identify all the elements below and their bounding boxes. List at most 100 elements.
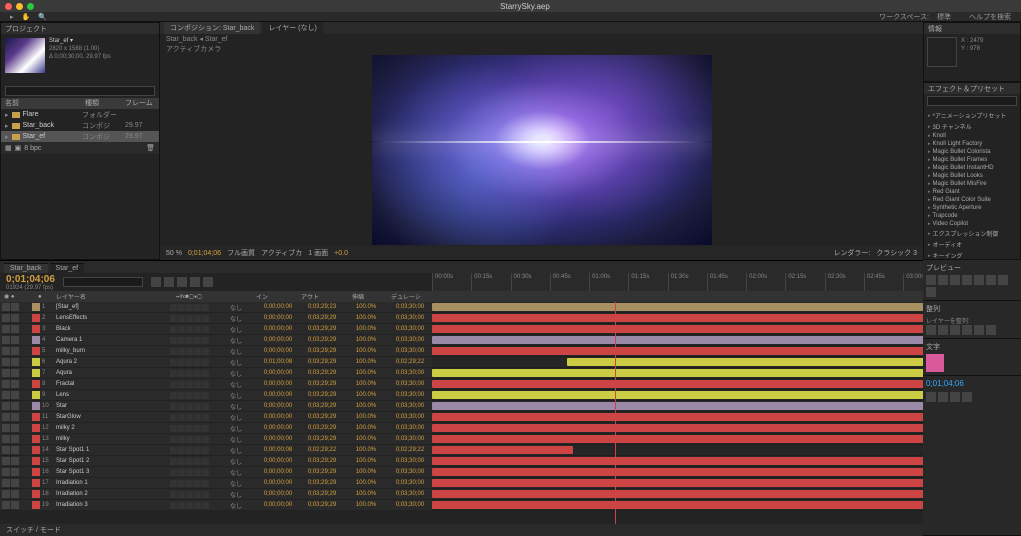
layer-bar[interactable] — [432, 446, 573, 454]
layer-row[interactable]: 9Lensなし0;00;00;000;03;29;29100.0%0;03;30… — [0, 390, 1021, 401]
help-search[interactable]: ヘルプを検索 — [969, 12, 1011, 22]
tracker-icon[interactable] — [950, 392, 960, 402]
paint-icon[interactable] — [962, 392, 972, 402]
effects-search[interactable] — [927, 96, 1017, 106]
resolution-dropdown[interactable]: フル画質 — [227, 248, 255, 258]
layer-row[interactable]: 6Aqura 2なし0;01;00;080;03;29;29100.0%0;02… — [0, 357, 1021, 368]
align-tab[interactable]: 整列 — [926, 304, 1018, 314]
layer-row[interactable]: 8Fractalなし0;00;00;000;03;29;29100.0%0;03… — [0, 379, 1021, 390]
timeline-search[interactable] — [63, 277, 143, 287]
tool-hand[interactable]: ✋ — [22, 13, 31, 21]
toggle-switches[interactable]: スイッチ / モード — [6, 525, 61, 535]
project-item[interactable]: ▸Star_backコンポジ29.97 — [1, 120, 159, 131]
layer-row[interactable]: 12milky 2なし0;00;00;000;03;29;29100.0%0;0… — [0, 423, 1021, 434]
brainstorm-icon[interactable] — [203, 277, 213, 287]
effect-category[interactable]: キーイング — [926, 250, 1018, 260]
exposure[interactable]: +0.0 — [334, 250, 348, 257]
smoother-icon[interactable] — [938, 392, 948, 402]
project-tab[interactable]: プロジェクト — [1, 23, 159, 34]
comp-breadcrumb[interactable]: Star_back ◂ Star_ef — [160, 34, 923, 44]
col-out[interactable]: アウト — [288, 292, 332, 301]
effect-category[interactable]: Synthetic Aperture — [926, 204, 1018, 212]
col-duration[interactable]: デュレーシ — [384, 292, 428, 301]
next-frame-icon[interactable] — [962, 275, 972, 285]
col-in[interactable]: イン — [240, 292, 284, 301]
fill-color-swatch[interactable] — [926, 354, 944, 372]
view-layout[interactable]: 1 画面 — [308, 248, 328, 258]
layer-row[interactable]: 2LensEffectsなし0;00;00;000;03;29;29100.0%… — [0, 313, 1021, 324]
motionblur-icon[interactable] — [177, 277, 187, 287]
layer-row[interactable]: 7Aquraなし0;00;00;000;03;29;29100.0%0;03;3… — [0, 368, 1021, 379]
tool-selection[interactable]: ▸ — [10, 13, 14, 21]
new-comp-icon[interactable]: ▣ — [15, 144, 22, 152]
layer-row[interactable]: 1[Star_ef]なし0;00;00;000;03;29;23100.0%0;… — [0, 302, 1021, 313]
effect-category[interactable]: *アニメーションプリセット — [926, 110, 1018, 121]
layer-row[interactable]: 3Blackなし0;00;00;000;03;29;29100.0%0;03;3… — [0, 324, 1021, 335]
align-bottom-icon[interactable] — [986, 325, 996, 335]
col-stretch[interactable]: 伸縮 — [336, 292, 380, 301]
info-tab[interactable]: 情報 — [924, 23, 1020, 34]
align-center-h-icon[interactable] — [938, 325, 948, 335]
align-right-icon[interactable] — [950, 325, 960, 335]
effect-category[interactable]: オーディオ — [926, 239, 1018, 250]
effect-category[interactable]: Magic Bullet Frames — [926, 156, 1018, 164]
layer-row[interactable]: 16Star Spot1 3なし0;00;00;000;03;29;29100.… — [0, 467, 1021, 478]
layer-row[interactable]: 5milky_burnなし0;00;00;000;03;29;29100.0%0… — [0, 346, 1021, 357]
layer-row[interactable]: 17Irradiation 1なし0;00;00;000;03;29;29100… — [0, 478, 1021, 489]
loop-icon[interactable] — [998, 275, 1008, 285]
effect-category[interactable]: Magic Bullet Looks — [926, 172, 1018, 180]
delete-icon[interactable]: 🗑 — [146, 144, 155, 152]
timeline-tab-1[interactable]: Star_back — [4, 263, 48, 273]
comp-time[interactable]: 0;01;04;06 — [188, 250, 221, 257]
effect-category[interactable]: Magic Bullet Colorista — [926, 148, 1018, 156]
bpc-toggle[interactable]: 8 bpc — [24, 145, 41, 152]
wiggler-icon[interactable] — [926, 392, 936, 402]
last-frame-icon[interactable] — [974, 275, 984, 285]
layer-row[interactable]: 4Camera 1なし0;00;00;000;03;29;29100.0%0;0… — [0, 335, 1021, 346]
tool-zoom[interactable]: 🔍 — [38, 13, 47, 21]
align-center-v-icon[interactable] — [974, 325, 984, 335]
renderer-value[interactable]: クラシック 3 — [876, 248, 917, 258]
camera-dropdown[interactable]: アクティブカ — [261, 248, 302, 258]
layer-row[interactable]: 19Irradiation 3なし0;00;00;000;03;29;29100… — [0, 500, 1021, 511]
effect-category[interactable]: Red Giant — [926, 188, 1018, 196]
mute-icon[interactable] — [986, 275, 996, 285]
ram-preview-icon[interactable] — [926, 287, 936, 297]
effect-category[interactable]: Magic Bullet MisFire — [926, 180, 1018, 188]
layer-row[interactable]: 10Starなし0;00;00;000;03;29;29100.0%0;03;3… — [0, 401, 1021, 412]
comp-tab-main[interactable]: コンポジション: Star_back — [164, 21, 260, 34]
col-layername[interactable]: レイヤー名 — [56, 292, 172, 301]
preview-tab[interactable]: プレビュー — [926, 263, 1018, 273]
graph-icon[interactable] — [190, 277, 200, 287]
effect-category[interactable]: 3D チャンネル — [926, 121, 1018, 132]
maximize-icon[interactable] — [27, 3, 34, 10]
timeline-tab-2[interactable]: Star_ef — [50, 263, 85, 273]
effect-category[interactable]: Knoll — [926, 132, 1018, 140]
comp-tab-layer[interactable]: レイヤー (なし) — [262, 21, 322, 34]
effect-category[interactable]: Red Giant Color Suite — [926, 196, 1018, 204]
effect-category[interactable]: Video Copilot — [926, 220, 1018, 228]
effects-tab[interactable]: エフェクト＆プリセット — [924, 83, 1020, 94]
layer-row[interactable]: 11StarGlowなし0;00;00;000;03;29;29100.0%0;… — [0, 412, 1021, 423]
effect-category[interactable]: Trapcode — [926, 212, 1018, 220]
layer-row[interactable]: 13milkyなし0;00;00;000;03;29;29100.0%0;03;… — [0, 434, 1021, 445]
align-top-icon[interactable] — [962, 325, 972, 335]
project-item[interactable]: ▸Star_efコンポジ29.97 — [1, 131, 159, 142]
frameblend-icon[interactable] — [164, 277, 174, 287]
col-type[interactable]: 種類 — [85, 98, 125, 109]
col-fps[interactable]: フレーム — [125, 98, 155, 109]
effect-category[interactable]: Magic Bullet InstantHD — [926, 164, 1018, 172]
shy-icon[interactable] — [151, 277, 161, 287]
interpret-icon[interactable]: ▦ — [5, 144, 12, 152]
playhead[interactable] — [615, 302, 616, 524]
timeline-timecode[interactable]: 0;01;04;06 — [6, 274, 55, 285]
workspace-value[interactable]: 標準 — [937, 12, 951, 22]
layer-row[interactable]: 14Star Spot1 1なし0;00;00;080;02;29;22100.… — [0, 445, 1021, 456]
project-item[interactable]: ▸Flareフォルダー — [1, 109, 159, 120]
first-frame-icon[interactable] — [926, 275, 936, 285]
char-tab[interactable]: 文字 — [926, 342, 1018, 352]
play-icon[interactable] — [950, 275, 960, 285]
zoom-dropdown[interactable]: 50 % — [166, 250, 182, 257]
col-name[interactable]: 名前 — [5, 98, 85, 109]
minimize-icon[interactable] — [16, 3, 23, 10]
